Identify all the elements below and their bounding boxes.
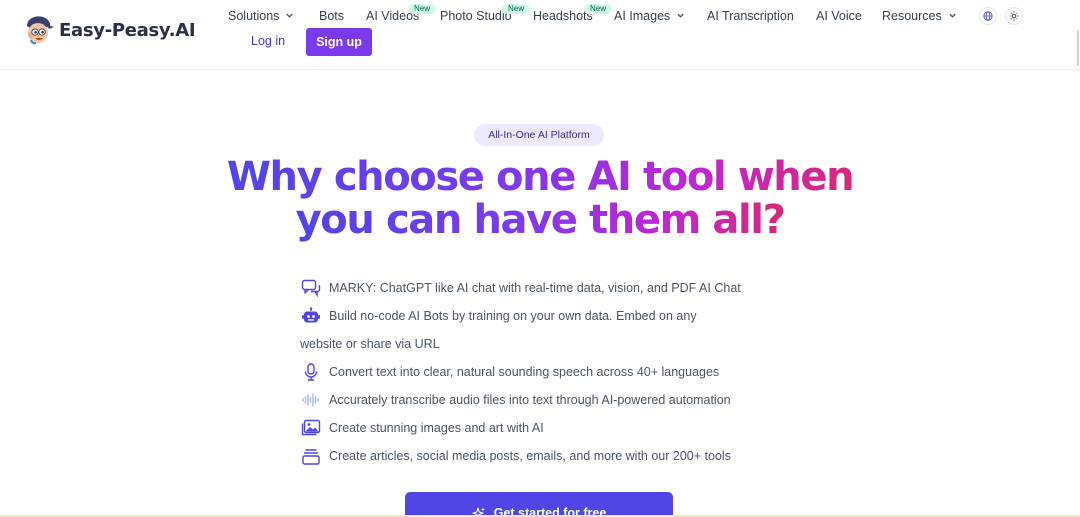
microphone-icon [300, 363, 322, 381]
headline-line-1: Why choose one AI tool when [226, 154, 855, 200]
image-gallery-icon [300, 419, 322, 437]
feature-text: Build no-code AI Bots by training on you… [329, 309, 697, 323]
get-started-button[interactable]: Get started for free [405, 492, 673, 517]
theme-toggle-button[interactable] [1005, 7, 1023, 25]
nav-item-label: Solutions [228, 8, 280, 23]
headline-line-2: you can have them all? [295, 197, 786, 243]
chevron-down-icon [677, 13, 684, 18]
mascot-logo-icon [22, 14, 56, 46]
hero-headline: Why choose one AI tool when you can have… [0, 156, 1080, 242]
feature-text: Accurately transcribe audio files into t… [329, 393, 731, 407]
nav-item-label: Resources [882, 8, 942, 23]
nav-item-label: AI Voice [816, 8, 862, 23]
nav-item-solutions[interactable]: Solutions [228, 8, 294, 23]
nav-item-label: Photo Studio [440, 8, 512, 23]
nav-item-label: AI Transcription [707, 8, 794, 23]
nav-item-ai-transcription[interactable]: AI Transcription [707, 8, 794, 23]
chevron-down-icon [286, 13, 294, 18]
nav-item-ai-videos[interactable]: New AI Videos [366, 4, 437, 23]
nav-item-ai-voice[interactable]: AI Voice [816, 8, 862, 23]
sun-icon [1009, 11, 1019, 21]
feature-text: Convert text into clear, natural soundin… [329, 365, 720, 379]
language-button[interactable] [979, 7, 997, 25]
feature-text-continuation: website or share via URL [300, 337, 440, 351]
scrollbar[interactable] [1075, 0, 1080, 70]
feature-text: Create stunning images and art with AI [329, 421, 544, 435]
globe-icon [983, 11, 993, 21]
feature-text: Create articles, social media posts, ema… [329, 449, 731, 463]
new-badge: New [584, 4, 613, 14]
nav-item-label: Bots [319, 8, 345, 23]
scrollbar-thumb[interactable] [1077, 30, 1079, 66]
audio-waveform-icon [300, 391, 322, 409]
platform-badge: All-In-One AI Platform [474, 124, 604, 146]
new-badge: New [408, 4, 437, 14]
nav-item-photo-studio[interactable]: New Photo Studio [440, 4, 531, 23]
nav-item-headshots[interactable]: New Headshots [533, 4, 613, 23]
robot-icon [300, 307, 322, 325]
header-divider [0, 69, 1080, 70]
nav-item-label: AI Images [614, 8, 671, 23]
nav-item-bots[interactable]: Bots [319, 8, 344, 23]
nav-item-ai-images[interactable]: AI Images [614, 8, 685, 23]
brand-name: Easy-Peasy.AI [59, 19, 196, 41]
nav-item-resources[interactable]: Resources [882, 8, 957, 23]
brand-logo[interactable]: Easy-Peasy.AI [22, 14, 196, 46]
chevron-down-icon [949, 13, 956, 18]
new-badge: New [502, 4, 531, 14]
login-link[interactable]: Log in [251, 34, 285, 49]
signup-button[interactable]: Sign up [306, 28, 372, 56]
feature-text: MARKY: ChatGPT like AI chat with real-ti… [329, 281, 741, 295]
site-header: Easy-Peasy.AI Solutions Bots New AI Vide… [0, 0, 1080, 66]
document-stack-icon [300, 447, 322, 465]
chat-bubbles-icon [300, 279, 322, 297]
